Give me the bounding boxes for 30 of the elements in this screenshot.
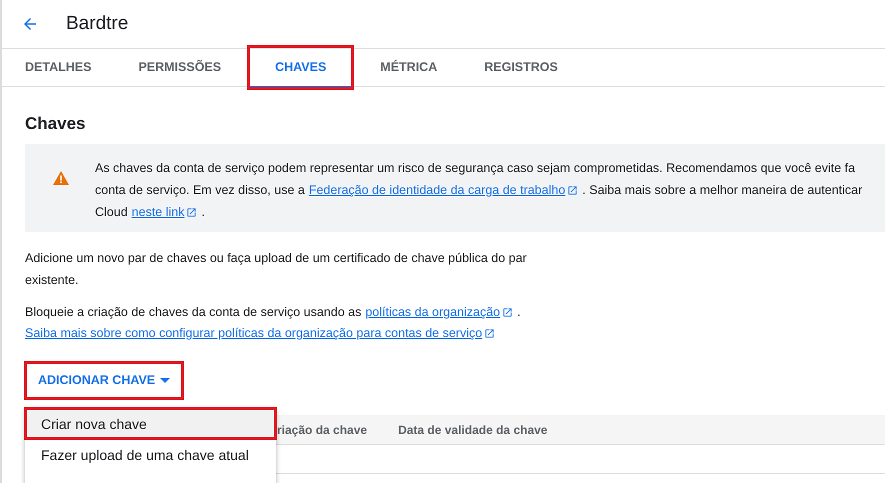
menu-item[interactable]: Criar nova chave <box>25 408 276 439</box>
column-header: Data de validade da chave <box>398 422 548 436</box>
tab[interactable]: REGISTROS <box>465 49 577 86</box>
link[interactable]: Federação de identidade da carga de trabalho <box>308 179 566 201</box>
column-header: riação da chave <box>277 422 368 436</box>
page-title: Bardtre <box>66 13 128 35</box>
text: Cloud <box>95 204 128 221</box>
description-text: Adicione um novo par de chaves ou faça upload de um certificado de chave pública do par existente. <box>25 250 528 289</box>
link[interactable]: Saiba mais sobre como configurar políticas da organização para contas de serviço <box>25 323 482 344</box>
add-key-button[interactable]: ADICIONAR CHAVE <box>27 364 182 397</box>
external-link-icon <box>186 206 198 218</box>
external-link-icon <box>484 328 496 339</box>
warning-icon <box>53 171 69 185</box>
text: . Saiba mais sobre a melhor maneira de autenticar <box>582 182 862 199</box>
external-link-icon <box>502 307 514 318</box>
link[interactable]: políticas da organização <box>365 302 500 323</box>
text: Bloqueie a criação de chaves da conta de serviço usando as <box>25 304 362 321</box>
external-link-icon <box>567 184 578 196</box>
tab[interactable]: MÉTRICA <box>361 49 456 86</box>
text: . <box>201 204 205 221</box>
text: . <box>517 304 521 321</box>
text: conta de serviço. Em vez disso, use a <box>95 182 305 199</box>
tab[interactable]: PERMISSÕES <box>119 49 240 86</box>
link[interactable]: neste link <box>132 201 184 223</box>
section-title: Chaves <box>25 114 86 134</box>
tab[interactable]: CHAVES <box>249 47 352 88</box>
caret-icon <box>160 378 170 382</box>
tab[interactable]: DETALHES <box>6 49 110 86</box>
menu-item[interactable]: Fazer upload de uma chave atual <box>25 439 276 470</box>
text: As chaves da conta de serviço podem representar um risco de segurança caso sejam comprometidas. Recomendamos que você evite fa <box>95 160 856 177</box>
